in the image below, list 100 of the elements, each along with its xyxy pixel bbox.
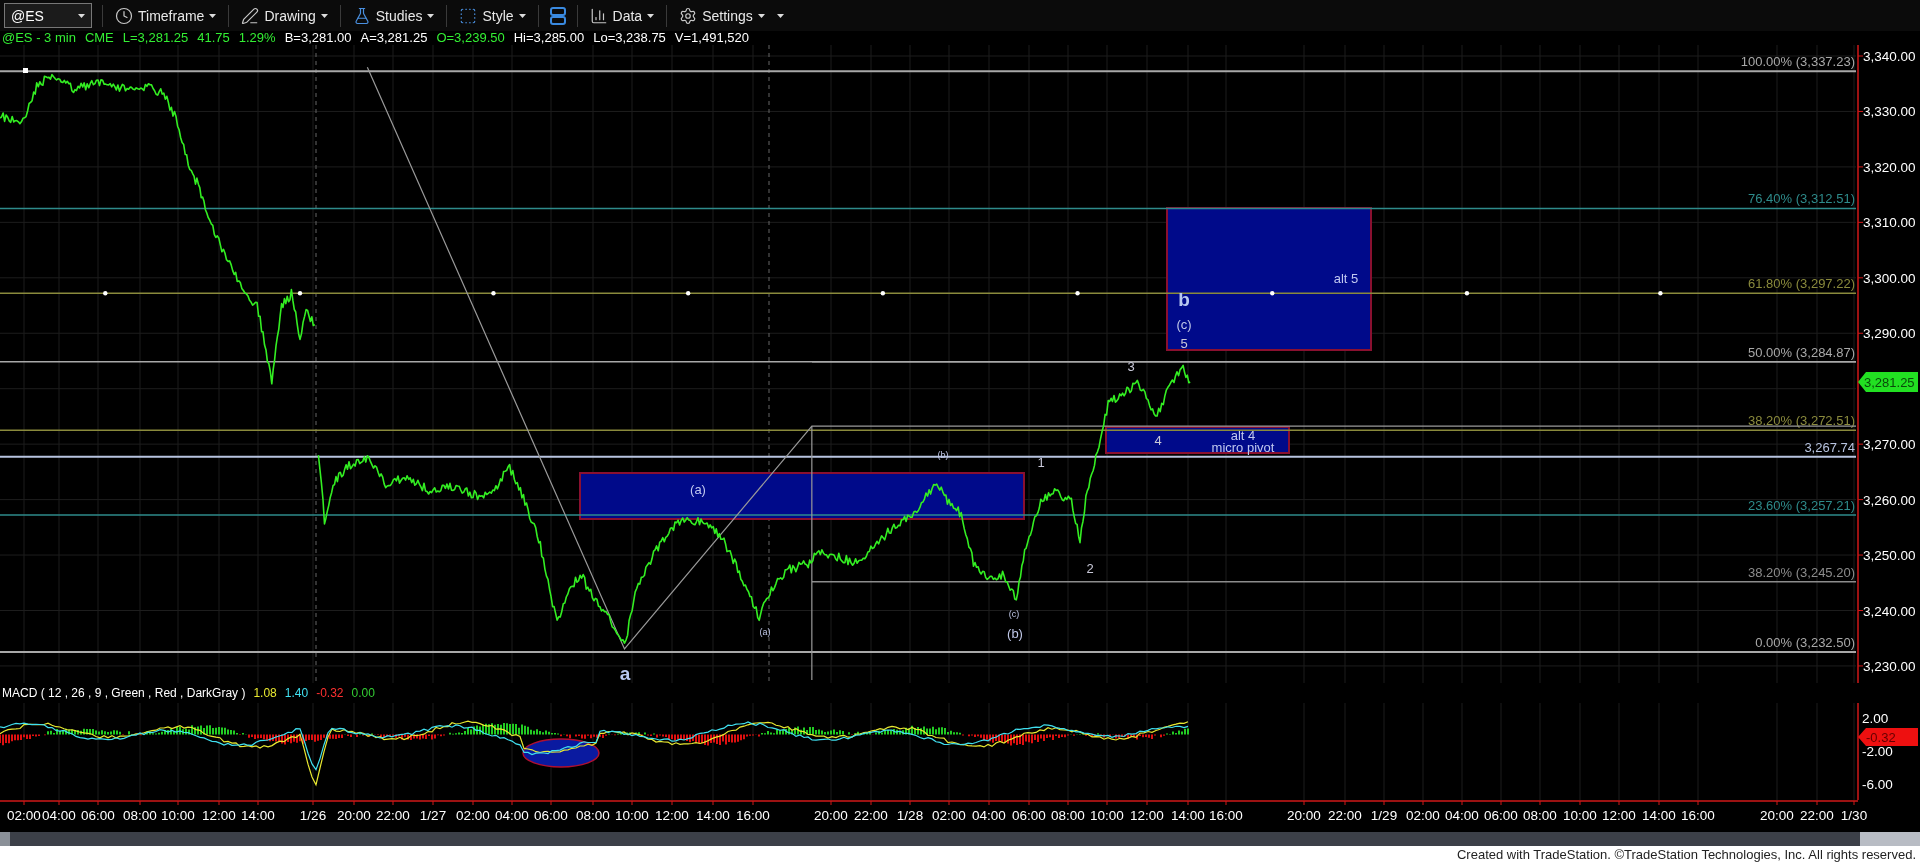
time-axis-label: 08:00 xyxy=(576,808,610,823)
wave-label: 2 xyxy=(1086,561,1094,577)
macd-axis-label: 2.00 xyxy=(1862,711,1889,726)
time-axis-label: 02:00 xyxy=(7,808,41,823)
time-axis-label: 16:00 xyxy=(736,808,770,823)
wave-label: 3 xyxy=(1127,359,1135,375)
time-axis-label: 20:00 xyxy=(1760,808,1794,823)
time-axis-label: 1/28 xyxy=(896,808,924,823)
caret-icon xyxy=(78,13,85,18)
time-axis-label: 20:00 xyxy=(337,808,371,823)
last-price-tag: 3,281.25 xyxy=(1858,372,1918,392)
fibonacci-label: 38.20% (3,272.51) xyxy=(1748,413,1855,429)
flask-icon xyxy=(352,6,371,25)
anchor-dot-icon xyxy=(880,291,886,296)
indicator-value: 0.00 xyxy=(351,686,375,700)
time-axis-label: 12:00 xyxy=(202,808,236,823)
price-axis-label: 3,320.00 xyxy=(1863,159,1916,175)
quote-value: 41.75 xyxy=(197,31,230,45)
time-axis-label: 1/29 xyxy=(1370,808,1398,823)
wave-label: a xyxy=(619,663,631,683)
toolbar-menu-button[interactable]: Drawing xyxy=(233,3,336,28)
symbol-dropdown[interactable]: @ES xyxy=(4,3,92,28)
zone-label: alt 4 xyxy=(1230,428,1256,443)
time-axis-label: 10:00 xyxy=(1563,808,1597,823)
scrollbar[interactable] xyxy=(0,832,1920,846)
dashed-square-icon xyxy=(459,6,478,25)
time-axis-label: 04:00 xyxy=(972,808,1006,823)
fibonacci-label: 61.80% (3,297.22) xyxy=(1748,276,1855,292)
scrollbar-handle[interactable] xyxy=(1860,832,1920,846)
time-axis-label: 22:00 xyxy=(1800,808,1834,823)
time-axis-label: 08:00 xyxy=(1523,808,1557,823)
macd-value-tag: -0.32 xyxy=(1858,728,1918,746)
zone-label: alt 5 xyxy=(1333,271,1359,286)
caret-icon xyxy=(427,13,435,18)
anchor-dot-icon xyxy=(297,291,303,296)
quote-value: A=3,281.25 xyxy=(360,31,428,45)
time-axis-label: 10:00 xyxy=(615,808,649,823)
time-axis-label: 16:00 xyxy=(1681,808,1715,823)
price-axis-label: 3,340.00 xyxy=(1863,49,1916,64)
time-axis-label: 22:00 xyxy=(854,808,888,823)
time-axis-label: 06:00 xyxy=(1012,808,1046,823)
toolbar-menu-button[interactable]: Studies xyxy=(344,3,443,28)
time-axis-label: 22:00 xyxy=(1328,808,1362,823)
time-axis-label: 1/26 xyxy=(299,808,327,823)
toolbar-menu-button[interactable]: Data xyxy=(581,3,663,28)
time-axis-label: 20:00 xyxy=(1287,808,1321,823)
scrollbar-handle[interactable] xyxy=(0,832,10,846)
quote-value: Lo=3,238.75 xyxy=(593,31,666,45)
toolbar-menu-button[interactable]: Style xyxy=(451,3,534,28)
time-axis-label: 04:00 xyxy=(1445,808,1479,823)
anchor-handle-icon xyxy=(23,68,28,73)
price-axis-label: 3,310.00 xyxy=(1863,215,1916,231)
quote-value: L=3,281.25 xyxy=(122,31,189,45)
time-axis-label: 14:00 xyxy=(1171,808,1205,823)
wave-label: (c) xyxy=(1176,317,1192,333)
time-axis-label: 1/30 xyxy=(1840,808,1868,823)
copyright-text: Created with TradeStation. ©TradeStation Technologies, Inc. All rights reserved. xyxy=(1456,846,1916,862)
anchor-dot-icon xyxy=(1075,291,1080,296)
quote-value: CME xyxy=(84,31,114,45)
fibonacci-label: 76.40% (3,312.51) xyxy=(1748,191,1855,207)
time-axis-label: 10:00 xyxy=(1090,808,1124,823)
toolbar-menu-button[interactable]: Timeframe xyxy=(107,3,225,28)
quote-value: O=3,239.50 xyxy=(436,31,505,45)
fibonacci-label: 3,267.74 xyxy=(1804,439,1855,455)
time-axis-label: 14:00 xyxy=(1642,808,1676,823)
caret-icon xyxy=(757,13,765,18)
time-axis-label: 1/27 xyxy=(419,808,447,823)
time-axis-label: 02:00 xyxy=(1406,808,1440,823)
indicator-value: 1.40 xyxy=(284,686,309,700)
quote-value: @ES - 3 min xyxy=(2,31,76,45)
macd-axis-label: -6.00 xyxy=(1862,777,1893,792)
time-axis-label: 06:00 xyxy=(1484,808,1518,823)
fibonacci-label: 38.20% (3,245.20) xyxy=(1748,564,1855,580)
wave-label: 4 xyxy=(1154,433,1162,449)
time-axis-label: 10:00 xyxy=(161,808,195,823)
fibonacci-label: 50.00% (3,284.87) xyxy=(1748,344,1855,360)
caret-icon xyxy=(209,13,217,18)
time-axis-label: 08:00 xyxy=(123,808,157,823)
wave-label: (a) xyxy=(759,627,771,637)
toolbar-menu-button[interactable]: Settings xyxy=(671,3,773,28)
time-axis-label: 06:00 xyxy=(534,808,568,823)
wave-label: (b) xyxy=(1007,626,1023,642)
anchor-dot-icon xyxy=(103,291,108,296)
time-axis-label: 12:00 xyxy=(1602,808,1636,823)
wave-label: (c) xyxy=(1008,609,1020,619)
caret-icon xyxy=(518,13,526,18)
anchor-dot-icon xyxy=(1270,291,1275,296)
price-axis-label: 3,300.00 xyxy=(1863,270,1916,286)
fibonacci-label: 0.00% (3,232.50) xyxy=(1755,635,1855,651)
quote-value: V=1,491,520 xyxy=(674,31,749,45)
time-axis-label: 22:00 xyxy=(376,808,410,823)
price-axis-label: 3,250.00 xyxy=(1863,548,1916,564)
price-axis-label: 3,330.00 xyxy=(1863,104,1916,120)
clock-icon xyxy=(115,6,133,25)
fibonacci-label: 100.00% (3,337.23) xyxy=(1740,54,1855,70)
anchor-dot-icon xyxy=(491,291,496,296)
caret-icon xyxy=(647,13,655,18)
caret-icon xyxy=(320,13,328,18)
time-axis-label: 08:00 xyxy=(1051,808,1085,823)
wave-label: b xyxy=(1178,289,1190,311)
